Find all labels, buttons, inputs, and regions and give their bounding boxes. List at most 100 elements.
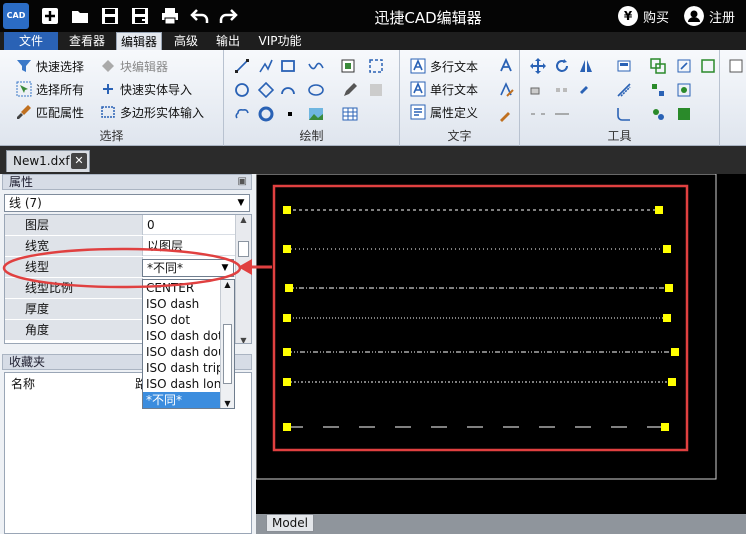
linetype-option-iso-dash[interactable]: ISO dash — [143, 296, 221, 312]
donut-icon[interactable] — [258, 106, 274, 122]
grip[interactable] — [655, 206, 663, 214]
undo-icon[interactable] — [190, 6, 210, 26]
attdef-button[interactable]: 属性定义 — [410, 102, 478, 122]
select-all-button[interactable]: 选择所有 — [16, 79, 84, 99]
measure-icon[interactable] — [650, 106, 666, 122]
rectangle-icon[interactable] — [280, 58, 296, 74]
menu-viewer[interactable]: 查看器 — [62, 32, 112, 50]
grip[interactable] — [283, 245, 291, 253]
line-icon[interactable] — [234, 58, 250, 74]
grip[interactable] — [663, 245, 671, 253]
grip[interactable] — [283, 423, 291, 431]
ellipse-icon[interactable] — [308, 82, 324, 98]
menu-output[interactable]: 输出 — [208, 32, 248, 50]
object-type-select[interactable]: 线 (7) ▼ — [4, 194, 250, 212]
mtext-button[interactable]: 多行文本 — [410, 56, 478, 76]
scroll-down-icon[interactable]: ▼ — [221, 399, 234, 408]
new-file-icon[interactable] — [40, 6, 60, 26]
prop-value[interactable]: 0 — [145, 215, 235, 235]
trim-icon[interactable] — [578, 82, 594, 98]
grip[interactable] — [283, 348, 291, 356]
polygon-entity-input-button[interactable]: 多边形实体输入 — [100, 102, 204, 122]
menu-editor[interactable]: 编辑器 — [116, 32, 162, 50]
dropdown-scroll-thumb[interactable] — [223, 324, 232, 384]
chevron-down-icon[interactable]: ▼ — [218, 261, 232, 275]
menu-file[interactable]: 文件 — [4, 32, 58, 50]
linetype-option-iso-dash-double[interactable]: ISO dash double — [143, 344, 221, 360]
text-style-icon[interactable] — [498, 58, 514, 74]
pin-icon[interactable]: ▣ — [238, 175, 247, 189]
offset-icon[interactable] — [616, 82, 632, 98]
ungroup-icon[interactable] — [676, 82, 692, 98]
pen-icon[interactable] — [342, 82, 358, 98]
grip[interactable] — [283, 206, 291, 214]
linetype-combo[interactable]: *不同* ▼ — [142, 259, 234, 277]
polygon-draw-icon[interactable] — [258, 82, 274, 98]
mirror-icon[interactable] — [578, 58, 594, 74]
stretch-icon[interactable] — [530, 82, 546, 98]
scroll-down-icon[interactable]: ▼ — [236, 336, 251, 343]
prop-value[interactable]: 以图层 — [145, 236, 235, 256]
drawing-canvas[interactable] — [255, 173, 746, 514]
rotate-icon[interactable] — [554, 58, 570, 74]
more-tools-icon[interactable] — [728, 58, 744, 74]
menu-vip[interactable]: VIP功能 — [252, 32, 308, 50]
grip[interactable] — [671, 348, 679, 356]
grip[interactable] — [663, 314, 671, 322]
spline-icon[interactable] — [308, 58, 324, 74]
block-insert-icon[interactable] — [340, 58, 356, 74]
scroll-up-icon[interactable]: ▲ — [221, 280, 234, 289]
layer-icon[interactable] — [616, 58, 632, 74]
save-icon[interactable] — [100, 6, 120, 26]
favorites-col-name[interactable]: 名称 — [11, 375, 35, 392]
scroll-up-icon[interactable]: ▲ — [236, 215, 251, 224]
grip[interactable] — [665, 284, 673, 292]
grip[interactable] — [283, 378, 291, 386]
close-icon[interactable]: ✕ — [71, 153, 87, 169]
register-button[interactable]: 注册 — [684, 4, 735, 28]
break-icon[interactable] — [530, 106, 546, 122]
image-icon[interactable] — [308, 106, 324, 122]
grip[interactable] — [661, 423, 669, 431]
print-icon[interactable] — [160, 6, 180, 26]
tab-model[interactable]: Model — [266, 514, 314, 532]
block-editor-button[interactable]: 块编辑器 — [100, 56, 168, 76]
join-icon[interactable] — [554, 106, 570, 122]
fillet-icon[interactable] — [616, 106, 632, 122]
array-icon[interactable] — [554, 82, 570, 98]
doc-tab-new1[interactable]: New1.dxf ✕ — [6, 150, 90, 172]
move-icon[interactable] — [530, 58, 546, 74]
stext-button[interactable]: 单行文本 — [410, 79, 478, 99]
save-as-icon[interactable] — [130, 6, 150, 26]
scale-icon[interactable] — [676, 58, 692, 74]
text-align-icon[interactable] — [498, 106, 514, 122]
quick-entity-import-button[interactable]: 快速实体导入 — [100, 79, 192, 99]
redo-icon[interactable] — [218, 6, 238, 26]
scroll-thumb[interactable] — [238, 241, 249, 257]
linetype-option-iso-dash-dot[interactable]: ISO dash dot — [143, 328, 221, 344]
grip[interactable] — [668, 378, 676, 386]
explode-icon[interactable] — [700, 58, 716, 74]
grip[interactable] — [283, 314, 291, 322]
linetype-option-center[interactable]: CENTER — [143, 280, 221, 296]
prop-row-lineweight[interactable]: 线宽 以图层 — [5, 236, 235, 256]
circle-icon[interactable] — [234, 82, 250, 98]
prop-row-layer[interactable]: 图层 0 — [5, 215, 235, 235]
arc-icon[interactable] — [280, 82, 296, 98]
revcloud-icon[interactable] — [234, 106, 250, 122]
quick-select-button[interactable]: 快速选择 — [16, 56, 84, 76]
linetype-option-varies[interactable]: *不同* — [143, 392, 221, 408]
menu-advanced[interactable]: 高级 — [168, 32, 204, 50]
text-edit-icon[interactable] — [498, 82, 514, 98]
region-icon[interactable] — [368, 58, 384, 74]
buy-button[interactable]: ¥ 购买 — [618, 4, 669, 28]
open-folder-icon[interactable] — [70, 6, 90, 26]
linetype-option-iso-dash-long[interactable]: ISO dash long — [143, 376, 221, 392]
linetype-option-iso-dot[interactable]: ISO dot — [143, 312, 221, 328]
area-icon[interactable] — [676, 106, 692, 122]
linetype-option-iso-dash-triple[interactable]: ISO dash triple — [143, 360, 221, 376]
point-icon[interactable] — [282, 106, 298, 122]
hatch-icon[interactable] — [368, 82, 384, 98]
group-icon[interactable] — [650, 82, 666, 98]
dropdown-scrollbar[interactable]: ▲ ▼ — [220, 280, 234, 408]
